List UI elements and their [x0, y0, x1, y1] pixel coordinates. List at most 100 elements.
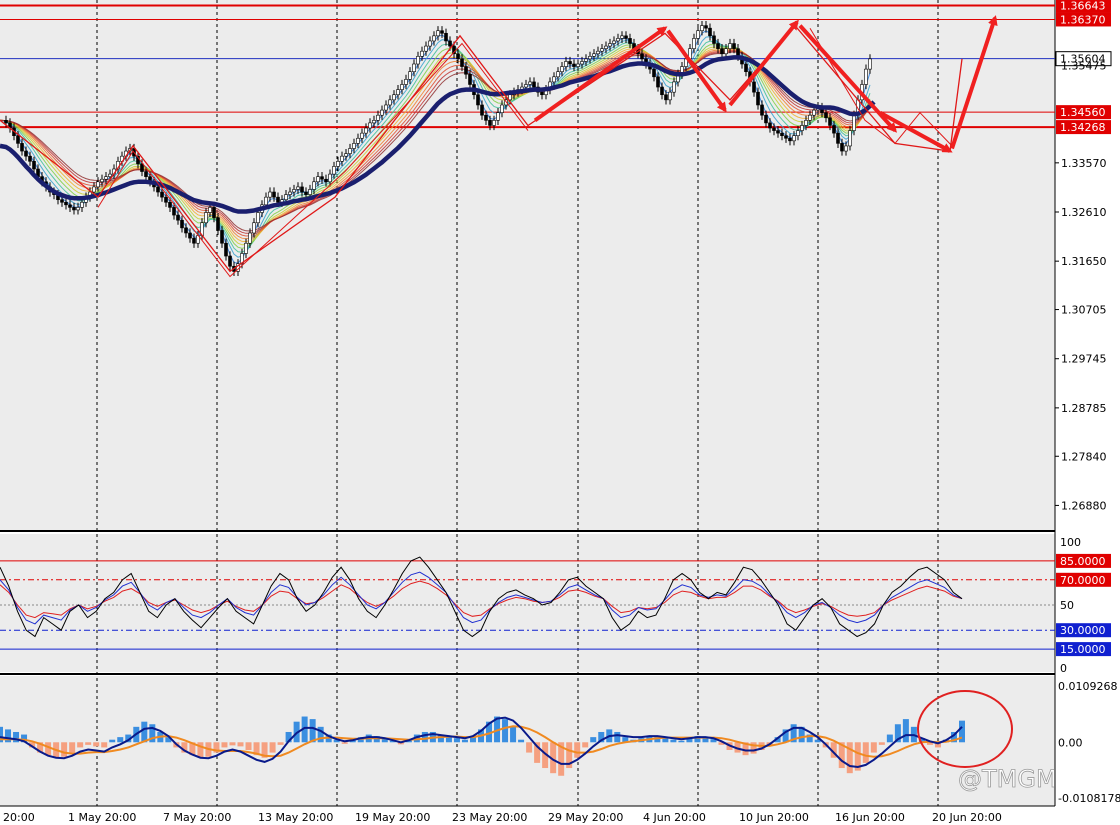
candle-body	[356, 137, 360, 144]
candle-body	[792, 135, 796, 142]
candle-body	[508, 94, 512, 101]
time-label: 16 Jun 20:00	[835, 811, 905, 824]
candle-body	[64, 201, 68, 206]
candle-body	[176, 214, 180, 221]
candle-body	[728, 43, 732, 49]
candle-body	[560, 66, 564, 72]
candle-body	[396, 89, 400, 96]
candle-body	[352, 143, 356, 149]
macd-bar	[341, 742, 348, 744]
candle-body	[660, 86, 664, 96]
candle-body	[848, 130, 852, 147]
candle-body	[552, 76, 556, 83]
candle-body	[172, 207, 176, 216]
time-label: 19 May 20:00	[355, 811, 430, 824]
candle-body	[156, 186, 160, 193]
candle-body	[100, 178, 104, 183]
candle-body	[664, 94, 668, 101]
time-label: 1 May 20:00	[68, 811, 136, 824]
candle-body	[756, 91, 760, 106]
candle-body	[432, 35, 436, 42]
macd-bar	[85, 742, 92, 745]
candle-body	[624, 35, 628, 39]
candle-body	[292, 189, 296, 193]
macd-bar	[309, 719, 316, 743]
level-label: 1.34560	[1060, 106, 1106, 119]
candle-body	[596, 50, 600, 55]
candle-body	[768, 122, 772, 129]
candle-body	[224, 242, 228, 257]
candle-body	[812, 109, 816, 116]
macd-bar	[878, 742, 885, 745]
macd-bar	[526, 742, 533, 753]
candle-body	[788, 137, 792, 142]
candle-body	[268, 191, 272, 198]
candle-body	[692, 38, 696, 49]
time-label: pr 20:00	[0, 811, 35, 824]
candle-body	[852, 114, 856, 131]
candle-body	[496, 112, 500, 121]
time-label: 13 May 20:00	[258, 811, 333, 824]
candle-body	[300, 186, 304, 193]
candle-body	[404, 79, 408, 85]
candle-body	[500, 104, 504, 113]
macd-bar	[421, 731, 428, 743]
candle-body	[20, 143, 24, 152]
candle-body	[380, 109, 384, 116]
rsi-level-label: 30.0000	[1060, 624, 1106, 637]
candle-body	[276, 196, 280, 203]
candle-body	[400, 84, 404, 90]
macd-bar	[109, 739, 116, 743]
candle-body	[360, 132, 364, 139]
price-tick-label: 1.35475	[1061, 59, 1107, 72]
candle-body	[372, 120, 376, 124]
candle-body	[844, 145, 848, 152]
macd-axis-label: -0.0108178	[1058, 792, 1120, 805]
candle-body	[836, 132, 840, 144]
candle-body	[800, 125, 804, 131]
candle-body	[328, 173, 332, 183]
candle-body	[264, 196, 268, 206]
candle-body	[392, 94, 396, 101]
candle-body	[868, 58, 872, 70]
candle-body	[608, 43, 612, 47]
candle-body	[444, 32, 448, 42]
candle-body	[104, 176, 108, 180]
candle-body	[704, 25, 708, 29]
candle-body	[424, 45, 428, 52]
macd-axis-label: 0.00	[1058, 736, 1083, 749]
candle-body	[24, 150, 28, 157]
candle-body	[368, 122, 372, 129]
candle-body	[212, 207, 216, 218]
macd-bar	[461, 739, 468, 743]
candle-body	[616, 38, 620, 42]
candle-body	[832, 125, 836, 134]
candle-body	[252, 222, 256, 234]
candle-body	[72, 207, 76, 211]
price-tick-label: 1.30705	[1061, 304, 1107, 317]
candle-body	[436, 30, 440, 37]
candle-body	[184, 227, 188, 234]
candle-body	[376, 114, 380, 121]
time-label: 29 May 20:00	[548, 811, 623, 824]
candle-body	[576, 63, 580, 67]
candle-body	[668, 91, 672, 101]
time-label: 7 May 20:00	[163, 811, 231, 824]
candle-body	[76, 207, 80, 211]
candle-body	[656, 76, 660, 88]
macd-bar	[453, 738, 460, 743]
candle-body	[348, 148, 352, 154]
candle-body	[828, 117, 832, 126]
trading-chart: 1.366431.363701.356041.345601.34268 1.33…	[0, 0, 1120, 825]
macd-bar	[862, 742, 869, 763]
candle-body	[776, 130, 780, 134]
macd-bar	[614, 731, 621, 743]
macd-bar	[662, 738, 669, 743]
candle-body	[188, 232, 192, 239]
macd-bar	[590, 737, 597, 743]
candle-body	[488, 120, 492, 126]
rsi-level-label: 15.0000	[1060, 643, 1106, 656]
candle-body	[248, 232, 252, 244]
candle-body	[144, 171, 148, 177]
candle-body	[416, 56, 420, 65]
